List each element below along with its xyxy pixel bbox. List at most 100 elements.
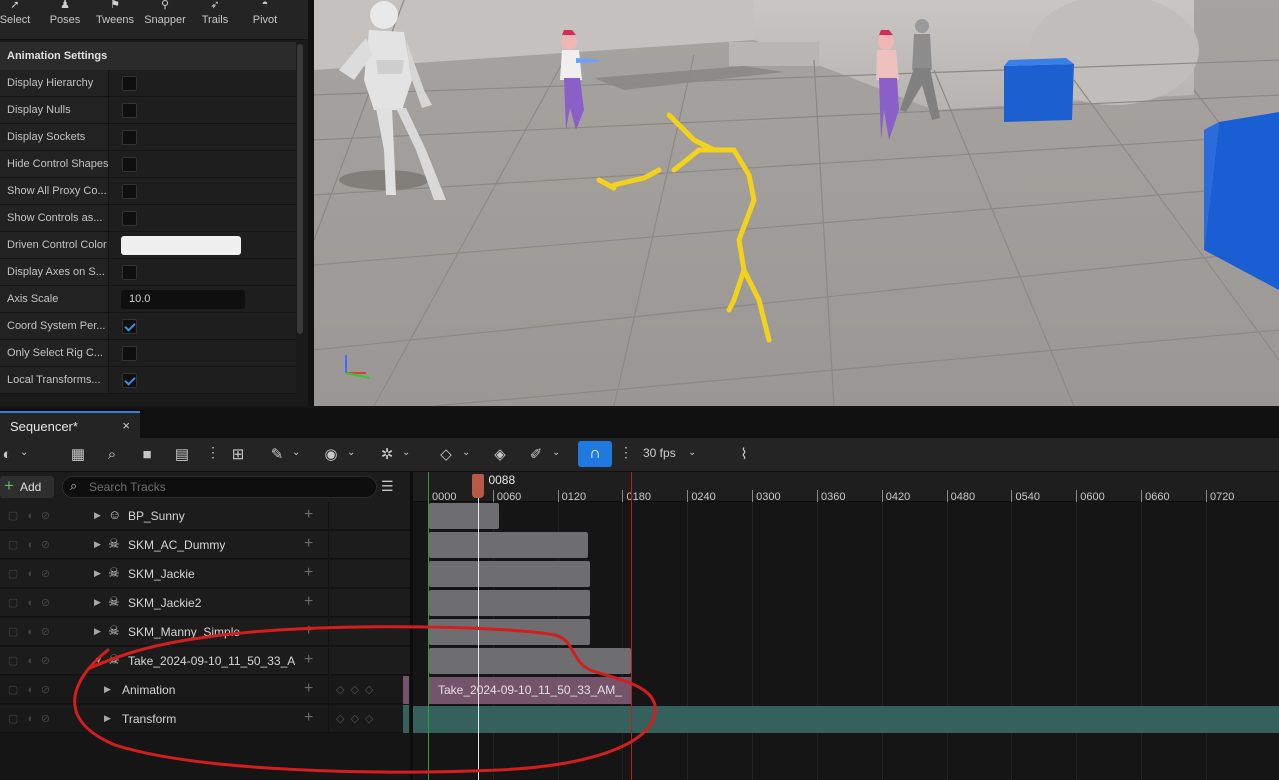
chevron-down-icon[interactable]: ⌄ <box>462 447 470 458</box>
add-key-icon[interactable]: + <box>304 709 313 727</box>
collapsed-arrow-icon[interactable]: ▶ <box>94 539 101 550</box>
transform-section[interactable] <box>413 706 1279 733</box>
snap-options-icon[interactable]: ⋮ <box>619 444 633 461</box>
track-mute-lock-solo-icons[interactable]: ◦▢◖⊘ <box>0 509 58 522</box>
chevron-down-icon[interactable]: ⌄ <box>20 447 28 458</box>
track-row[interactable]: ◦▢◖⊘ ▶ ☠ SKM_AC_Dummy + <box>0 531 410 559</box>
collapsed-arrow-icon[interactable]: ▶ <box>94 597 101 608</box>
track-mute-lock-solo-icons[interactable]: ◦▢◖⊘ <box>0 538 58 551</box>
chevron-down-icon[interactable]: ⌄ <box>552 447 560 458</box>
grid-line <box>1076 502 1078 780</box>
color-swatch[interactable] <box>121 236 241 255</box>
setting-checkbox[interactable] <box>122 130 137 145</box>
track-mute-lock-solo-icons[interactable]: ◦▢◖⊘ <box>0 596 58 609</box>
track-section-bar[interactable] <box>429 532 589 558</box>
setting-checkbox[interactable] <box>122 265 137 280</box>
mode-button-tweens[interactable]: ⚑ Tweens <box>90 0 140 40</box>
key-navigation-icons[interactable]: ◇◇◇ <box>336 683 379 696</box>
sequencer-timeline[interactable]: 0000 0060 0120 0180 0240 0300 0360 0420 0480 0540… <box>413 472 1279 780</box>
find-in-browser-icon[interactable]: ⌕ <box>102 445 122 465</box>
collapsed-arrow-icon[interactable]: ▶ <box>94 626 101 637</box>
frame-rate-selector[interactable]: 30 fps <box>643 446 676 460</box>
chevron-down-icon[interactable]: ⌄ <box>402 447 410 458</box>
setting-checkbox[interactable] <box>122 103 137 118</box>
animation-section[interactable]: Take_2024-09-10_11_50_33_AM_ <box>428 677 632 704</box>
tab-sequencer[interactable]: Sequencer* × <box>0 411 140 438</box>
curve-editor-icon[interactable]: ⌇ <box>733 445 755 465</box>
track-row[interactable]: ◦▢◖⊘ ▶ ☠ SKM_Jackie + <box>0 560 410 588</box>
key-interpolation-icon[interactable]: ◇ <box>436 445 456 465</box>
key-options-icon[interactable]: ✲ <box>376 445 398 465</box>
chevron-down-icon[interactable]: ⌄ <box>347 447 355 458</box>
track-mute-lock-solo-icons[interactable]: ◦▢◖⊘ <box>0 625 58 638</box>
key-icon[interactable]: ◈ <box>490 445 510 465</box>
add-key-icon[interactable]: + <box>304 535 313 553</box>
snap-toggle-button[interactable]: ∩ <box>578 441 612 467</box>
track-mute-lock-solo-icons[interactable]: ◦▢◖⊘ <box>0 683 58 696</box>
collapsed-arrow-icon[interactable]: ▶ <box>94 510 101 521</box>
mode-button-poses[interactable]: ♟ Poses <box>40 0 90 40</box>
blue-cube[interactable] <box>1004 64 1074 122</box>
setting-checkbox[interactable] <box>122 211 137 226</box>
add-key-icon[interactable]: + <box>304 651 313 669</box>
track-section-bar[interactable] <box>429 619 590 645</box>
setting-checkbox[interactable] <box>122 373 137 388</box>
track-row-transform[interactable]: ◦▢◖⊘ ▶ Transform + ◇◇◇ <box>0 705 410 733</box>
camera-icon[interactable]: ■ <box>137 445 157 465</box>
mode-button-snapper[interactable]: ⚲ Snapper <box>140 0 190 40</box>
track-mute-lock-solo-icons[interactable]: ◦▢◖⊘ <box>0 654 58 667</box>
filter-icon[interactable]: ☰ <box>381 478 394 495</box>
save-icon[interactable]: ▦ <box>68 445 88 465</box>
close-icon[interactable]: × <box>122 418 130 433</box>
playback-end-marker[interactable] <box>630 472 632 780</box>
track-mute-lock-solo-icons[interactable]: ◦▢◖⊘ <box>0 567 58 580</box>
edit-mode-icon[interactable]: ✐ <box>526 445 546 465</box>
track-row[interactable]: ◦▢◖⊘ ▶ ☺ BP_Sunny + <box>0 502 410 530</box>
playback-start-marker[interactable] <box>428 472 429 780</box>
collapsed-arrow-icon[interactable]: ▶ <box>104 713 111 724</box>
mode-button-pivot[interactable]: ◓ Pivot <box>240 0 290 40</box>
level-viewport[interactable] <box>314 0 1279 406</box>
more-options-icon[interactable]: ⋮ <box>206 444 220 461</box>
mode-button-select[interactable]: ➚ Select <box>0 0 40 40</box>
track-row[interactable]: ◦▢◖⊘ ▶ ☠ SKM_Jackie2 + <box>0 589 410 617</box>
add-track-button[interactable]: + Add <box>0 476 54 498</box>
setting-checkbox[interactable] <box>122 346 137 361</box>
add-key-icon[interactable]: + <box>304 506 313 524</box>
track-row-animation[interactable]: ◦▢◖⊘ ▶ Animation + ◇◇◇ <box>0 676 410 704</box>
track-section-bar[interactable] <box>429 648 631 674</box>
animation-settings-header[interactable]: Animation Settings <box>0 42 296 70</box>
setting-checkbox[interactable] <box>122 184 137 199</box>
chevron-down-icon[interactable]: ⌄ <box>292 447 300 458</box>
add-key-icon[interactable]: + <box>304 622 313 640</box>
playhead-handle[interactable] <box>472 474 485 498</box>
track-mute-lock-solo-icons[interactable]: ◦▢◖⊘ <box>0 712 58 725</box>
wrench-icon[interactable]: ✎ <box>267 445 287 465</box>
world-icon[interactable]: ◐ <box>0 445 14 465</box>
setting-checkbox[interactable] <box>122 157 137 172</box>
render-movie-icon[interactable]: ▤ <box>172 445 192 465</box>
add-key-icon[interactable]: + <box>304 593 313 611</box>
setting-checkbox[interactable] <box>122 76 137 91</box>
collapsed-arrow-icon[interactable]: ▶ <box>104 684 111 695</box>
add-key-icon[interactable]: + <box>304 564 313 582</box>
track-section-bar[interactable] <box>429 503 500 529</box>
track-section-bar[interactable] <box>429 590 590 616</box>
mode-button-trails[interactable]: ➶ Trails <box>190 0 240 40</box>
playhead-line[interactable] <box>478 496 480 780</box>
add-key-icon[interactable]: + <box>304 680 313 698</box>
key-navigation-icons[interactable]: ◇◇◇ <box>336 712 379 725</box>
axis-scale-input[interactable]: 10.0 <box>121 290 245 309</box>
hierarchy-icon[interactable]: ⊞ <box>228 445 248 465</box>
track-row[interactable]: ◦▢◖⊘ ▼ ☠ Take_2024-09-10_11_50_33_A + <box>0 647 410 675</box>
search-tracks-input[interactable] <box>89 479 369 495</box>
eye-icon[interactable]: ◉ <box>320 445 342 465</box>
panel-scrollbar[interactable] <box>297 44 303 334</box>
time-ruler[interactable]: 0000 0060 0120 0180 0240 0300 0360 0420 0480 0540… <box>413 472 1279 503</box>
fps-chevron-down-icon[interactable]: ⌄ <box>688 447 696 458</box>
track-row[interactable]: ◦▢◖⊘ ▶ ☠ SKM_Manny_Simple + <box>0 618 410 646</box>
expanded-arrow-icon[interactable]: ▼ <box>94 655 103 665</box>
track-section-bar[interactable] <box>429 561 590 587</box>
collapsed-arrow-icon[interactable]: ▶ <box>94 568 101 579</box>
setting-checkbox[interactable] <box>122 319 137 334</box>
